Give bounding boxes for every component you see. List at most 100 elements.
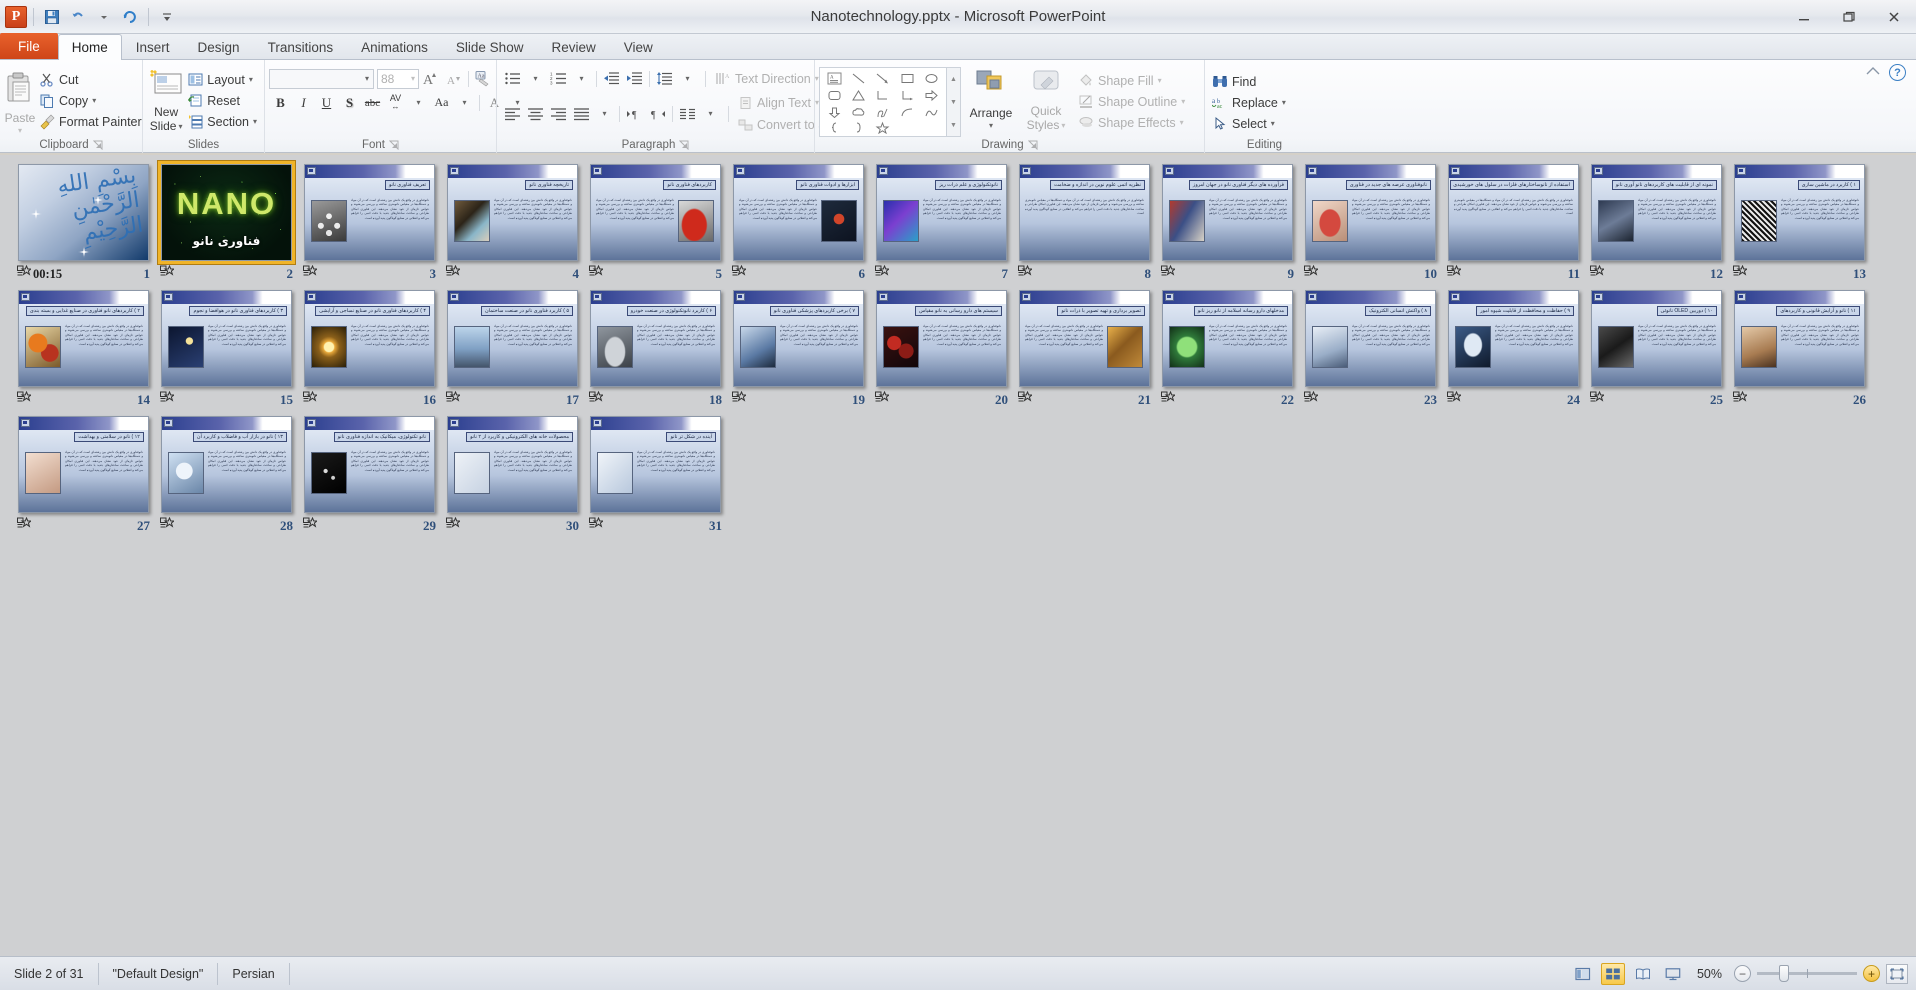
chevron-down-icon[interactable]: ▾ <box>1158 76 1162 85</box>
transition-icon[interactable] <box>17 390 33 409</box>
transition-icon[interactable] <box>17 264 33 283</box>
tab-home[interactable]: Home <box>57 34 122 60</box>
slide-thumbnail-30[interactable]: محصولات خانه های الکترونیکی و کاربرد از … <box>444 413 585 536</box>
transition-icon[interactable] <box>1161 264 1177 283</box>
slide-thumbnail-frame[interactable]: ۱۳ ) نانو در بازار آب و فاضلاب و کاربرد … <box>158 413 295 516</box>
font-size-input[interactable]: 88 ▾ <box>377 68 419 89</box>
undo-icon[interactable] <box>66 5 90 29</box>
slide-thumbnail-5[interactable]: کاربردهای فناوری نانو نانوفناوری در واقع… <box>587 161 728 284</box>
justify-button[interactable] <box>570 103 593 124</box>
text-direction-button[interactable]: A Text Direction ▾ <box>712 68 822 89</box>
transition-icon[interactable] <box>1304 264 1320 283</box>
tab-slide-show[interactable]: Slide Show <box>442 34 538 59</box>
rectangle-shape[interactable] <box>895 70 919 87</box>
slide-thumbnail-frame[interactable]: محصولات خانه های الکترونیکی و کاربرد از … <box>444 413 581 516</box>
shape-fill-button[interactable]: Shape Fill ▾ <box>1075 70 1188 91</box>
line-spacing-button[interactable] <box>653 68 676 89</box>
slide-thumbnail-frame[interactable]: ۸ ) واکنش انسانی الکترونیک نانوفناوری در… <box>1302 287 1439 390</box>
arc-shape[interactable] <box>895 104 919 121</box>
slide-grid[interactable]: بِسْمِ اللهِ الرَّحْمٰنِ الرَّحِيْمِ 00:… <box>0 155 1916 539</box>
slide-sorter-pane[interactable]: بِسْمِ اللهِ الرَّحْمٰنِ الرَّحِيْمِ 00:… <box>0 155 1916 956</box>
slide-thumbnail-21[interactable]: تصویر برداری و تهیه تصویر با ذرات نانو ن… <box>1016 287 1157 410</box>
numbering-dropdown[interactable]: ▾ <box>570 68 593 89</box>
transition-icon[interactable] <box>446 516 462 535</box>
line-shape[interactable] <box>846 70 870 87</box>
slide-thumbnail-6[interactable]: ابزارها و ادوات فناوری نانو نانوفناوری د… <box>730 161 871 284</box>
slide-thumbnail-15[interactable]: ۳ ) کاربردهای فناوری نانو در هوافضا و نج… <box>158 287 299 410</box>
slide-thumbnail-12[interactable]: نمونه ای از قابلیت های کاربردهای نانو آو… <box>1588 161 1729 284</box>
chevron-down-icon[interactable]: ▾ <box>253 117 257 126</box>
slide-thumbnail-10[interactable]: نانوفناوری عرصه های جدید در فناوری نانوف… <box>1302 161 1443 284</box>
tab-design[interactable]: Design <box>184 34 254 59</box>
reading-view-button[interactable] <box>1631 963 1655 985</box>
block-arrow-right-shape[interactable] <box>920 87 944 104</box>
slide-thumbnail-23[interactable]: ۸ ) واکنش انسانی الکترونیک نانوفناوری در… <box>1302 287 1443 410</box>
right-to-left-button[interactable]: ¶ <box>646 103 669 124</box>
slide-thumbnail-frame[interactable]: نانوتکنولوژی و علم ذرات ریز نانوفناوری د… <box>873 161 1010 264</box>
zoom-in-button[interactable]: + <box>1863 965 1880 982</box>
arrow-shape[interactable] <box>871 70 895 87</box>
transition-icon[interactable] <box>160 516 176 535</box>
slide-thumbnail-11[interactable]: استفاده از نانوساختارهای فلزات در سلول ه… <box>1445 161 1586 284</box>
transition-icon[interactable] <box>1161 390 1177 409</box>
clear-formatting-button[interactable]: Aa <box>472 68 495 89</box>
slide-thumbnail-25[interactable]: ۱۰ ) دوربین OLED نانوئی نانوفناوری در وا… <box>1588 287 1729 410</box>
quick-styles-button[interactable]: Quick Styles ▾ <box>1021 67 1071 132</box>
slide-thumbnail-24[interactable]: ۹ ) حفاظت و محافظت از قابلیت شیوه امور ن… <box>1445 287 1586 410</box>
chevron-down-icon[interactable]: ▾ <box>989 121 993 130</box>
slide-thumbnail-7[interactable]: نانوتکنولوژی و علم ذرات ریز نانوفناوری د… <box>873 161 1014 284</box>
slide-thumbnail-frame[interactable]: نانو تکنولوژی، میکانیک به اندازه فناوری … <box>301 413 438 516</box>
zoom-slider[interactable] <box>1757 965 1857 982</box>
slide-thumbnail-frame[interactable]: فرآورده های دیگر فناوری نانو در جهان امر… <box>1159 161 1296 264</box>
chevron-down-icon[interactable]: ▾ <box>1180 118 1184 127</box>
left-brace-shape[interactable] <box>822 121 846 134</box>
chevron-down-icon[interactable]: ▾ <box>18 126 22 135</box>
fit-slide-to-window-button[interactable] <box>1886 963 1908 984</box>
slide-thumbnail-14[interactable]: ۲ ) کاربردهای نانو فناوری در صنایع غذایی… <box>15 287 156 410</box>
scroll-down-icon[interactable]: ▼ <box>947 91 960 113</box>
underline-button[interactable]: U <box>315 92 338 113</box>
star-shape[interactable] <box>871 121 895 134</box>
chevron-down-icon[interactable]: ▾ <box>365 74 369 83</box>
oval-shape[interactable] <box>920 70 944 87</box>
slide-thumbnail-3[interactable]: تعریف فناوری نانو نانوفناوری در واقع یک … <box>301 161 442 284</box>
justify-dropdown[interactable]: ▾ <box>593 103 616 124</box>
slide-thumbnail-frame[interactable]: ۹ ) حفاظت و محافظت از قابلیت شیوه امور ن… <box>1445 287 1582 390</box>
transition-icon[interactable] <box>1590 264 1606 283</box>
powerpoint-logo-icon[interactable]: P <box>5 5 27 28</box>
shrink-font-button[interactable]: A <box>442 68 465 89</box>
slide-thumbnail-frame[interactable]: NANO فناوری نانو <box>158 161 295 264</box>
line-spacing-dropdown[interactable]: ▾ <box>676 68 699 89</box>
chevron-down-icon[interactable]: ▾ <box>1061 121 1065 130</box>
transition-icon[interactable] <box>1018 390 1034 409</box>
select-button[interactable]: Select ▾ <box>1209 113 1289 134</box>
minimize-ribbon-icon[interactable] <box>1865 64 1881 85</box>
new-slide-button[interactable]: New Slide ▾ <box>147 65 185 133</box>
slide-thumbnail-2[interactable]: NANO فناوری نانو 2 <box>158 161 299 284</box>
transition-icon[interactable] <box>875 264 891 283</box>
transition-icon[interactable] <box>446 264 462 283</box>
transition-icon[interactable] <box>17 516 33 535</box>
align-right-button[interactable] <box>547 103 570 124</box>
slide-thumbnail-18[interactable]: ۶ ) کاربرد نانوتکنولوژی در صنعت خودرو نا… <box>587 287 728 410</box>
slide-thumbnail-31[interactable]: آینده در شکل تر نانو نانوفناوری در واقع … <box>587 413 728 536</box>
undo-dropdown-icon[interactable] <box>92 5 116 29</box>
curve-shape[interactable] <box>920 104 944 121</box>
transition-icon[interactable] <box>1590 390 1606 409</box>
font-name-input[interactable]: ▾ <box>269 68 374 89</box>
rounded-rectangle-shape[interactable] <box>822 87 846 104</box>
section-button[interactable]: Section ▾ <box>185 111 260 132</box>
slide-sorter-view-button[interactable] <box>1600 962 1625 985</box>
transition-icon[interactable] <box>589 516 605 535</box>
redo-icon[interactable] <box>118 5 142 29</box>
close-button[interactable] <box>1871 2 1916 32</box>
tab-insert[interactable]: Insert <box>122 34 184 59</box>
freeform-shape[interactable] <box>871 104 895 121</box>
restore-button[interactable] <box>1826 2 1871 32</box>
transition-icon[interactable] <box>589 390 605 409</box>
transition-icon[interactable] <box>1304 390 1320 409</box>
slide-thumbnail-frame[interactable]: استفاده از نانوساختارهای فلزات در سلول ه… <box>1445 161 1582 264</box>
layout-button[interactable]: Layout ▾ <box>185 69 260 90</box>
columns-button[interactable] <box>676 103 699 124</box>
chevron-down-icon[interactable]: ▾ <box>411 74 415 83</box>
